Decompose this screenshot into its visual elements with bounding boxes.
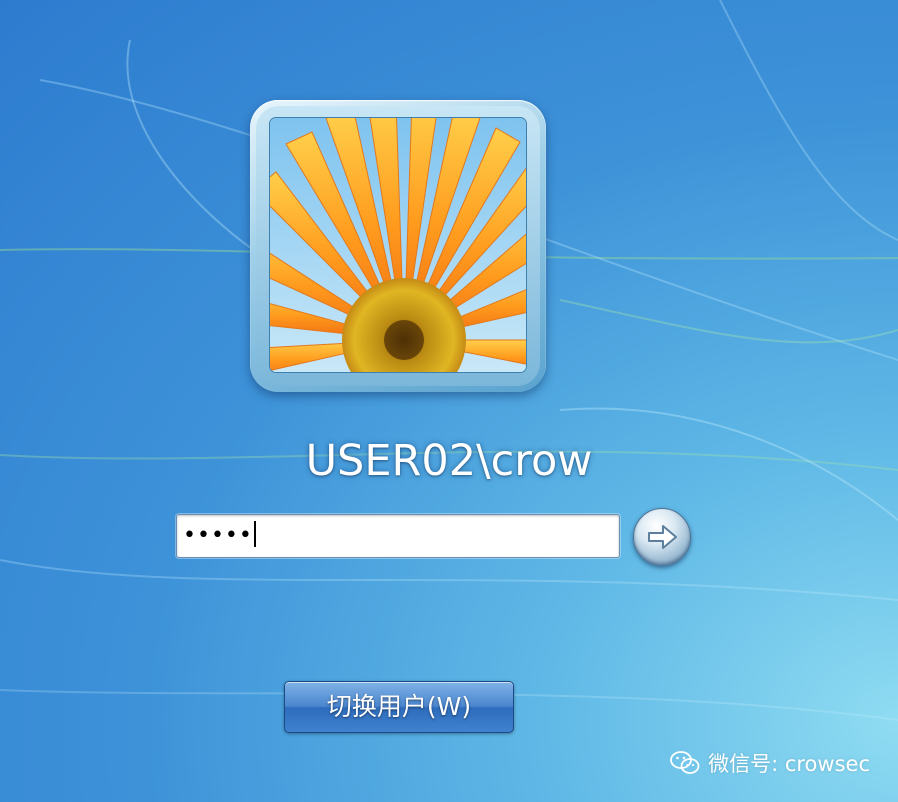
username-label: USER02\crow [305,436,593,486]
orange-flower-avatar [270,118,526,372]
user-avatar-frame [250,100,546,392]
watermark: 微信号: crowsec [670,748,870,778]
text-caret [253,521,256,547]
submit-login-button[interactable] [633,508,691,566]
password-masked-text: ••••• [183,521,256,550]
switch-user-button[interactable]: 切换用户(W) [284,681,514,733]
wechat-icon [670,751,700,774]
watermark-text: 微信号: crowsec [708,752,870,776]
arrow-right-icon [648,525,677,549]
password-input[interactable]: ••••• [176,514,620,558]
